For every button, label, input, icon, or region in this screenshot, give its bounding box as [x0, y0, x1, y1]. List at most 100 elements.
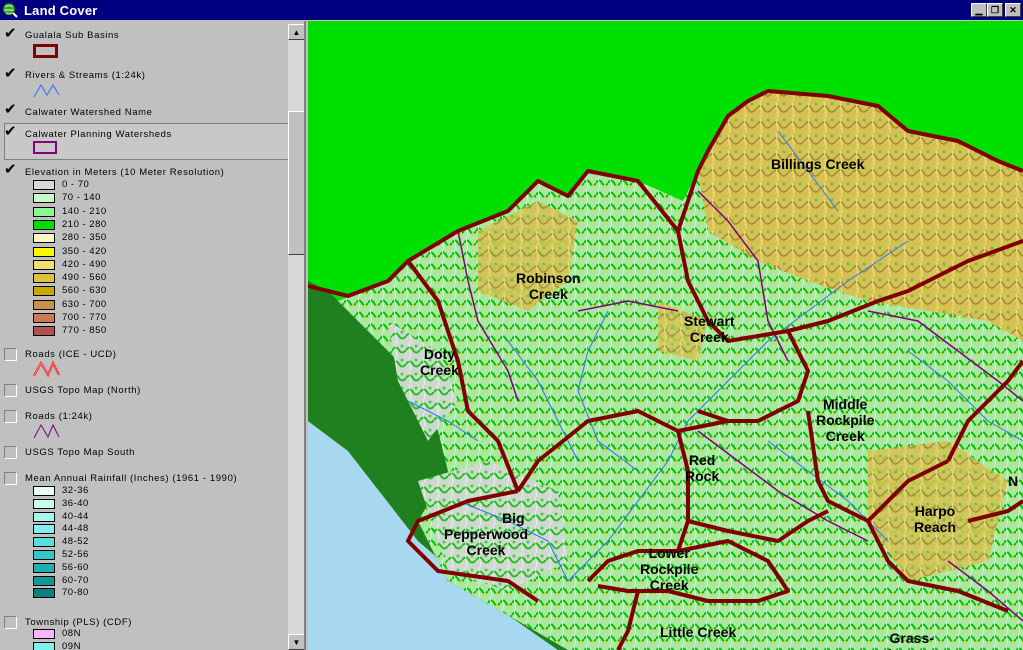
layer-checkbox-gualala-sub-basins[interactable]	[4, 24, 17, 42]
rainfall-legend-label: 48-52	[62, 536, 89, 548]
elevation-swatch	[33, 180, 55, 190]
rainfall-swatch	[33, 537, 55, 548]
elevation-legend-row: 210 - 280	[33, 219, 233, 232]
layer-name-usgs-topo-south[interactable]: USGS Topo Map South	[25, 447, 135, 458]
globe-icon	[2, 2, 18, 18]
elevation-legend-row: 770 - 850	[33, 325, 233, 338]
township-legend-label: 09N	[62, 641, 81, 650]
rainfall-swatch	[33, 498, 55, 509]
elevation-legend-row: 700 - 770	[33, 312, 233, 325]
elevation-swatch	[33, 286, 55, 297]
rainfall-legend-row: 32-36	[33, 485, 233, 498]
elevation-legend-row: 140 - 210	[33, 206, 233, 219]
elevation-swatch	[33, 233, 55, 244]
layer-checkbox-usgs-topo-north[interactable]	[4, 384, 17, 397]
rainfall-legend-label: 70-80	[62, 587, 89, 599]
elevation-legend-label: 280 - 350	[62, 232, 107, 244]
map-label-red-rock: Red Rock	[685, 452, 720, 484]
layer-checkbox-usgs-topo-south[interactable]	[4, 446, 17, 459]
elevation-swatch	[33, 273, 55, 284]
restore-icon: ❐	[990, 4, 1000, 15]
elevation-legend-label: 420 - 490	[62, 258, 107, 270]
layer-checkbox-township[interactable]	[4, 616, 17, 629]
rainfall-legend-label: 32-36	[62, 485, 89, 496]
elevation-legend-label: 70 - 140	[62, 192, 101, 204]
arrow-up-icon: ▲	[292, 27, 301, 37]
scroll-down-button[interactable]: ▼	[288, 634, 304, 650]
elevation-legend-label: 770 - 850	[62, 325, 107, 337]
layer-name-mean-annual-rainfall[interactable]: Mean Annual Rainfall (Inches) (1961 - 19…	[25, 473, 237, 484]
restore-button[interactable]: ❐	[987, 3, 1003, 17]
map-label-robinson-creek: Robinson Creek	[516, 270, 581, 302]
rainfall-legend-label: 36-40	[62, 497, 89, 509]
line-symbol	[33, 84, 60, 98]
close-icon: ✕	[1009, 4, 1017, 15]
rainfall-swatch	[33, 486, 55, 496]
elevation-swatch	[33, 219, 55, 230]
elevation-swatch	[33, 326, 55, 337]
elevation-swatch	[33, 313, 55, 323]
layer-name-gualala-sub-basins[interactable]: Gualala Sub Basins	[25, 30, 119, 41]
layer-name-township[interactable]: Township (PLS) (CDF)	[25, 617, 132, 628]
elevation-legend-label: 490 - 560	[62, 272, 107, 284]
elevation-legend-label: 0 - 70	[62, 179, 90, 190]
rainfall-legend-row: 36-40	[33, 498, 233, 511]
elevation-legend-label: 140 - 210	[62, 205, 107, 217]
map-label-little-creek: Little Creek	[660, 624, 737, 640]
rainfall-legend-label: 56-60	[62, 561, 89, 573]
map-label-doty-creek: Doty Creek	[420, 346, 459, 378]
elevation-swatch	[33, 299, 55, 310]
elevation-swatch	[33, 259, 55, 270]
layer-checkbox-rivers-streams[interactable]	[4, 64, 17, 82]
layer-checkbox-mean-annual-rainfall[interactable]	[4, 472, 17, 485]
close-button[interactable]: ✕	[1005, 3, 1021, 17]
rainfall-swatch	[33, 550, 55, 560]
map-label-grasshopper: Grass- hopper	[888, 630, 935, 650]
map-label-harpo-reach: Harpo Reach	[914, 503, 957, 535]
rainfall-legend-row: 40-44	[33, 511, 233, 524]
map-label-lower-rockpile-creek: Lower Rockpile Creek	[640, 545, 699, 593]
layer-name-roads-ice-ucd[interactable]: Roads (ICE - UCD)	[25, 349, 117, 360]
rainfall-legend-row: 44-48	[33, 523, 233, 536]
rainfall-legend-label: 60-70	[62, 574, 89, 586]
rainfall-legend-row: 56-60	[33, 562, 233, 575]
elevation-legend-row: 490 - 560	[33, 272, 233, 285]
rainfall-legend-row: 48-52	[33, 536, 233, 549]
scroll-thumb[interactable]	[288, 111, 304, 255]
layer-checkbox-elevation[interactable]	[4, 160, 17, 178]
minimize-icon: ▁	[975, 4, 983, 15]
layer-name-roads-24k[interactable]: Roads (1:24k)	[25, 411, 92, 422]
elevation-legend-row: 420 - 490	[33, 259, 233, 272]
elevation-legend-label: 630 - 700	[62, 298, 107, 310]
layer-name-rivers-streams[interactable]: Rivers & Streams (1:24k)	[25, 70, 146, 81]
line-symbol	[33, 360, 60, 378]
polygon-symbol	[33, 44, 58, 58]
layer-checkbox-calwater-planning[interactable]	[4, 122, 17, 140]
minimize-button[interactable]: ▁	[971, 3, 987, 17]
arrow-down-icon: ▼	[292, 637, 301, 647]
layer-name-calwater-planning[interactable]: Calwater Planning Watersheds	[25, 129, 172, 140]
township-legend-row: 09N	[33, 641, 233, 650]
elevation-swatch	[33, 193, 55, 204]
toc-scrollbar[interactable]: ▲ ▼	[288, 24, 304, 650]
scroll-up-button[interactable]: ▲	[288, 24, 304, 40]
layer-checkbox-roads-24k[interactable]	[4, 410, 17, 423]
rainfall-swatch	[33, 562, 55, 573]
rainfall-legend-row: 70-80	[33, 587, 233, 600]
map-view[interactable]: Billings Creek Robinson Creek Stewart Cr…	[308, 21, 1023, 650]
elevation-legend-label: 700 - 770	[62, 312, 107, 323]
line-symbol	[33, 423, 60, 439]
polygon-symbol	[33, 141, 57, 154]
rainfall-legend-label: 40-44	[62, 510, 89, 522]
layer-name-elevation[interactable]: Elevation in Meters (10 Meter Resolution…	[25, 167, 224, 178]
map-label-stewart-creek: Stewart Creek	[684, 313, 735, 345]
layer-name-calwater-name[interactable]: Calwater Watershed Name	[25, 107, 153, 118]
elevation-legend-label: 210 - 280	[62, 218, 107, 230]
layer-checkbox-calwater-name[interactable]	[4, 100, 17, 118]
elevation-legend-row: 0 - 70	[33, 179, 233, 192]
rainfall-swatch	[33, 575, 55, 586]
layer-name-usgs-topo-north[interactable]: USGS Topo Map (North)	[25, 385, 141, 396]
township-legend-label: 08N	[62, 628, 81, 639]
title-bar[interactable]: Land Cover ▁ ❐ ✕	[0, 0, 1023, 20]
layer-checkbox-roads-ice-ucd[interactable]	[4, 348, 17, 361]
